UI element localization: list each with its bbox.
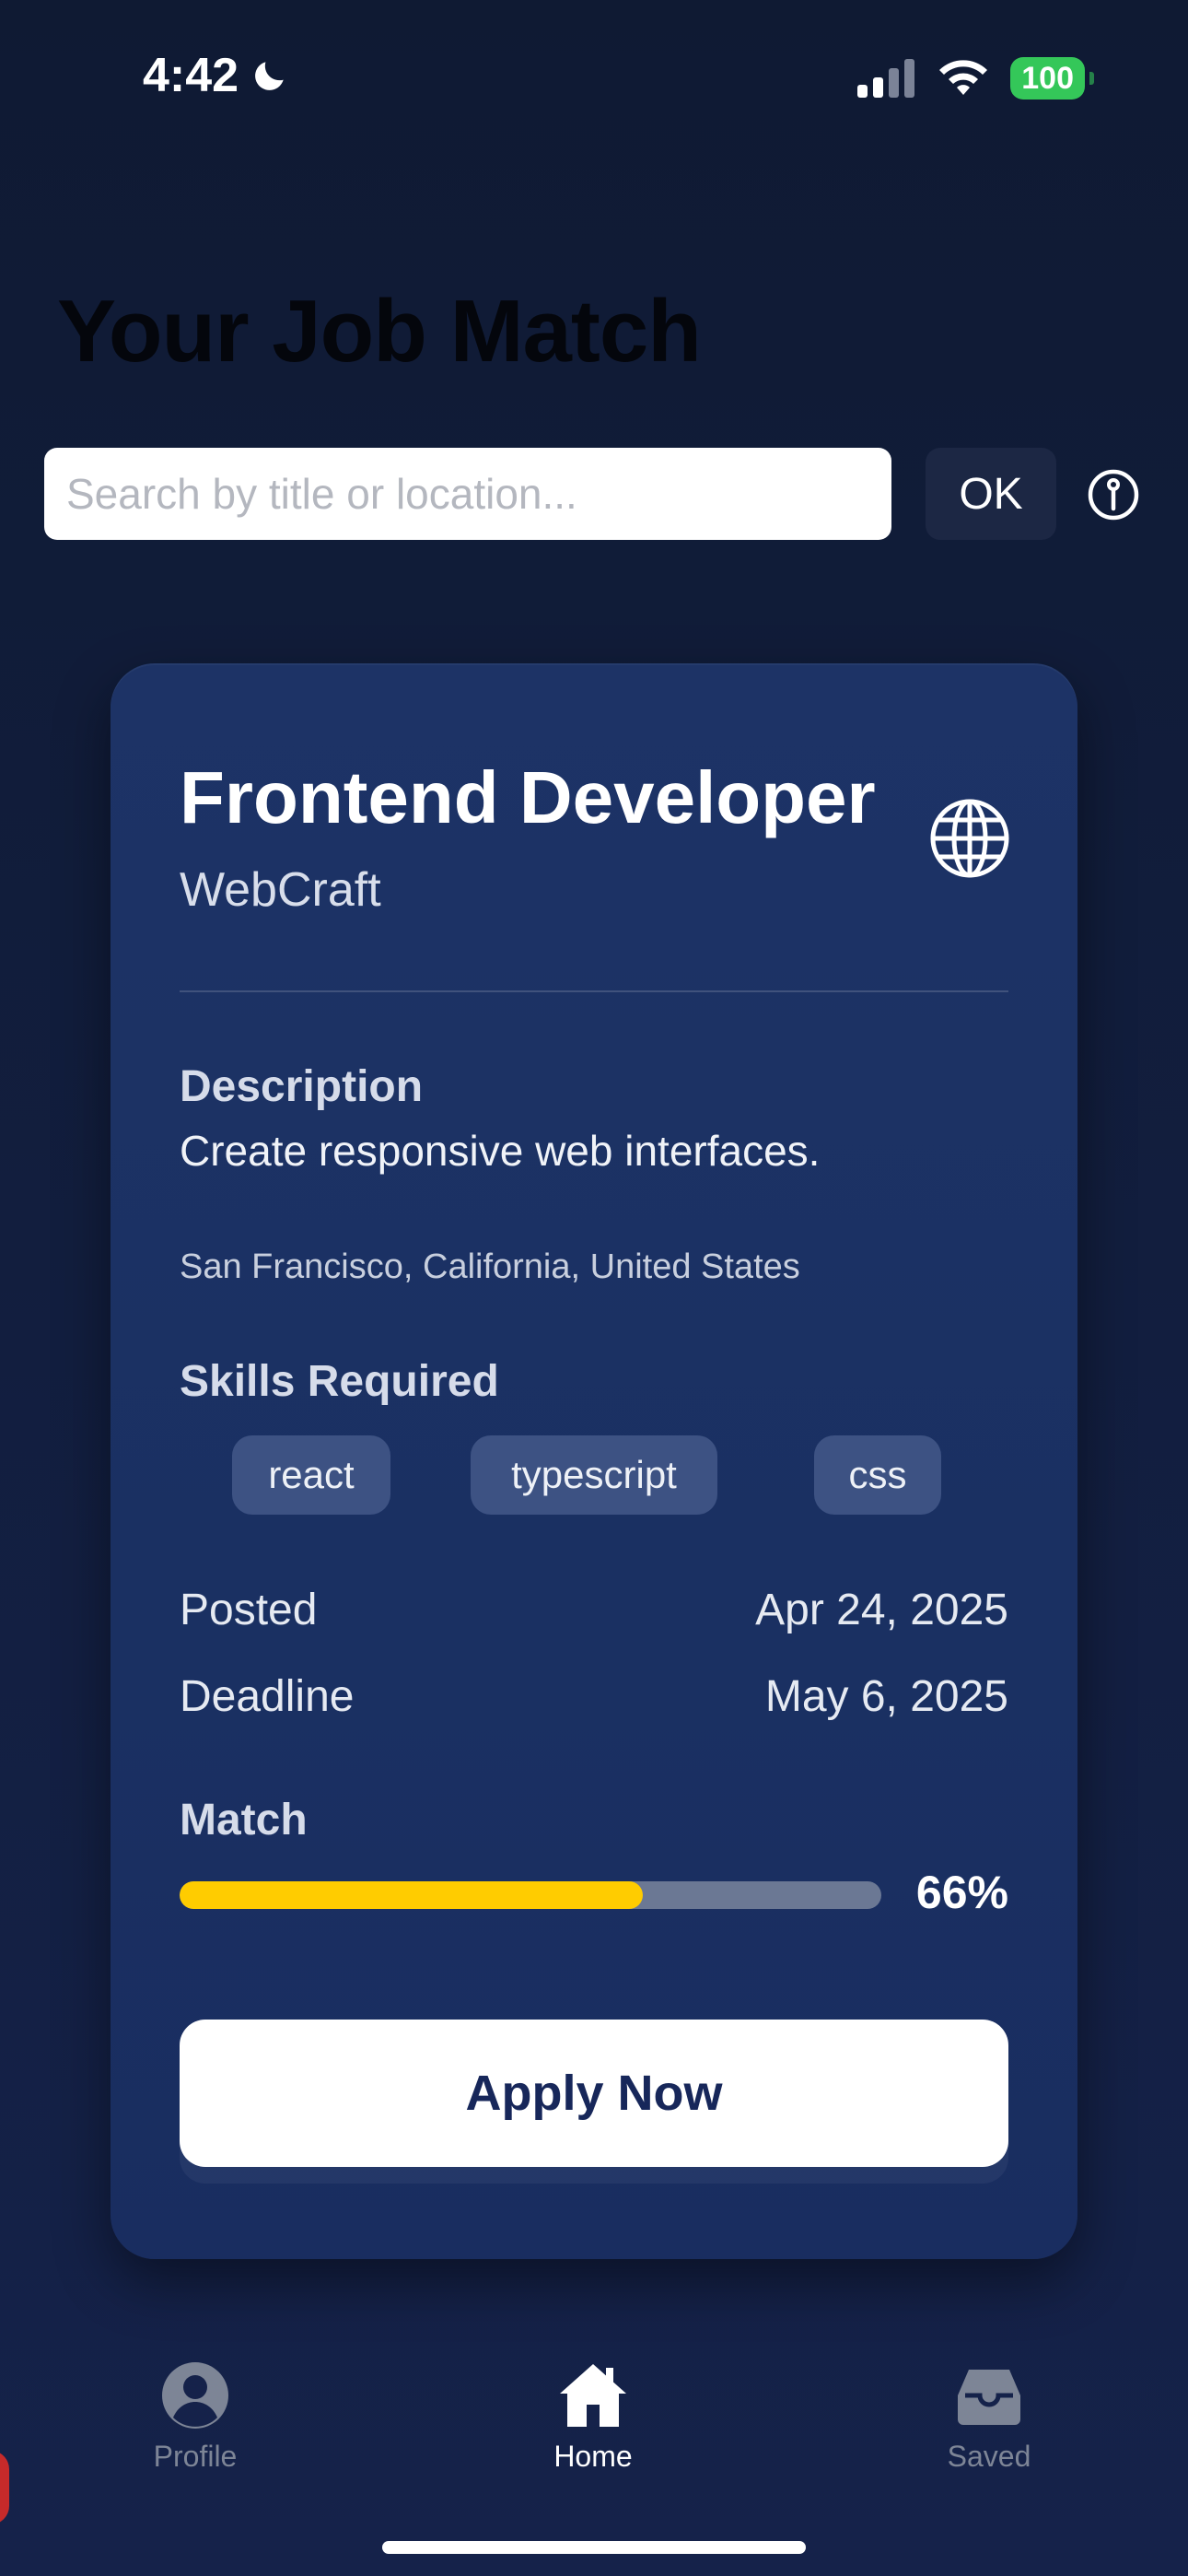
description-text: Create responsive web interfaces. bbox=[180, 1127, 821, 1175]
skill-chip: typescript bbox=[471, 1435, 717, 1515]
tab-home[interactable]: Home bbox=[501, 2359, 685, 2474]
time-text: 4:42 bbox=[143, 49, 239, 102]
tab-label: Home bbox=[553, 2440, 633, 2473]
apply-now-button[interactable]: Apply Now bbox=[180, 2020, 1008, 2167]
card-divider bbox=[180, 990, 1008, 992]
description-label: Description bbox=[180, 1062, 424, 1111]
deadline-date: May 6, 2025 bbox=[764, 1672, 1008, 1721]
tab-label: Saved bbox=[947, 2440, 1031, 2473]
deadline-label: Deadline bbox=[180, 1672, 355, 1721]
tray-icon bbox=[958, 2370, 1020, 2425]
job-title: Frontend Developer bbox=[180, 756, 876, 838]
person-circle-icon bbox=[162, 2362, 228, 2429]
posted-label: Posted bbox=[180, 1586, 318, 1634]
tab-profile[interactable]: Profile bbox=[103, 2359, 287, 2474]
company-name: WebCraft bbox=[180, 863, 381, 917]
location-text: San Francisco, California, United States bbox=[180, 1247, 800, 1286]
status-time: 4:42 bbox=[143, 48, 290, 103]
page-title: Your Job Match bbox=[57, 282, 702, 381]
tab-saved[interactable]: Saved bbox=[897, 2359, 1081, 2474]
match-progress-fill bbox=[180, 1881, 643, 1909]
tab-label: Profile bbox=[153, 2440, 238, 2473]
match-label: Match bbox=[180, 1796, 308, 1844]
home-indicator[interactable] bbox=[382, 2541, 806, 2554]
globe-icon[interactable] bbox=[928, 797, 1011, 880]
search-input[interactable] bbox=[44, 448, 891, 540]
skills-label: Skills Required bbox=[180, 1357, 499, 1406]
cellular-signal-icon bbox=[857, 59, 915, 98]
skill-chip: css bbox=[814, 1435, 941, 1515]
ok-button[interactable]: OK bbox=[926, 448, 1056, 540]
match-progress-bar bbox=[180, 1881, 881, 1909]
posted-date: Apr 24, 2025 bbox=[755, 1586, 1008, 1634]
battery-indicator: 100 bbox=[1010, 57, 1094, 100]
house-icon bbox=[560, 2364, 626, 2427]
job-card[interactable]: Frontend Developer WebCraft Description … bbox=[111, 663, 1077, 2259]
status-indicators: 100 bbox=[856, 57, 1094, 100]
moon-icon bbox=[255, 62, 284, 90]
floating-indicator bbox=[0, 2451, 9, 2524]
wifi-icon bbox=[939, 60, 988, 95]
skill-chip: react bbox=[232, 1435, 390, 1515]
info-icon[interactable] bbox=[1087, 468, 1140, 521]
match-percent: 66% bbox=[915, 1867, 1008, 1918]
